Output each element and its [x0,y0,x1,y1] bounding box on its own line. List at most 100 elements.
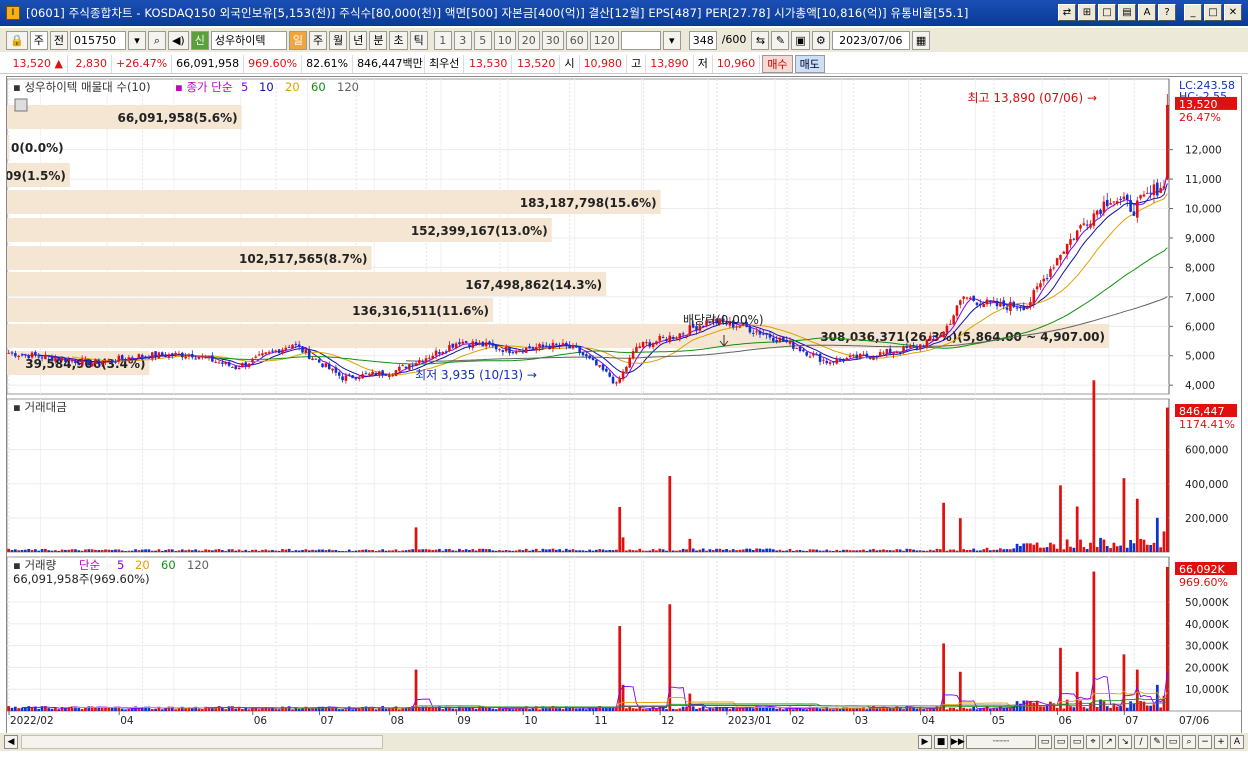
period-minute[interactable]: 분 [369,30,388,50]
amount-bar [1072,547,1076,552]
amount-bar [771,549,775,552]
interval-120[interactable]: 120 [589,30,619,50]
window-icon[interactable]: □ [1098,4,1116,21]
buy-button[interactable]: 매수 [762,54,793,73]
volume-bar [965,708,969,711]
zoom-out-icon[interactable]: − [1198,735,1212,749]
candle [181,352,184,358]
stock-chart[interactable]: 2022/02 04 06 07 08 09 10 11 12 2023/01 02 03 04 05 06… [0,77,1241,735]
settings-icon[interactable]: ⚙ [811,30,830,50]
interval-60[interactable]: 60 [565,30,588,50]
interval-30[interactable]: 30 [541,30,564,50]
sell-button[interactable]: 매도 [794,54,825,73]
font-size-icon[interactable]: A [1230,735,1244,749]
lock-icon[interactable]: 🔒 [6,30,28,50]
prev-button[interactable]: 전 [49,30,68,50]
candle [635,346,638,353]
interval-custom-input[interactable] [620,30,661,50]
code-dropdown-icon[interactable]: ▾ [127,30,146,50]
candle [989,301,992,303]
amount-bar [574,550,578,552]
amount-bar [80,550,84,552]
maximize-button[interactable]: □ [1204,4,1222,21]
zoom-in-icon[interactable]: + [1214,735,1228,749]
amount-bar [661,549,665,552]
zoom-slider[interactable]: ┈┈┈ [966,735,1036,749]
layout3-icon[interactable]: ▭ [1070,735,1084,749]
help-icon[interactable]: ? [1158,4,1176,21]
reset-icon[interactable]: ⇆ [751,30,770,50]
volume-bar [975,709,979,711]
interval-3[interactable]: 3 [453,30,472,50]
chart-area[interactable]: 2022/02 04 06 07 08 09 10 11 12 2023/01 02 03 04 05 06… [0,76,1242,736]
amount-bar [761,549,765,552]
period-year[interactable]: 년 [349,30,368,50]
amount-bar [604,550,608,552]
candle [1009,301,1012,311]
scroll-thumb[interactable] [22,736,382,748]
period-second[interactable]: 초 [389,30,408,50]
amount-bar [474,550,478,552]
link-icon[interactable]: ⇄ [1058,4,1076,21]
period-tick[interactable]: 틱 [409,30,428,50]
amount-bar [651,549,655,552]
layout2-icon[interactable]: ▭ [1054,735,1068,749]
volume-bar [574,708,578,711]
market-type-select[interactable]: 주 [29,30,48,50]
candle [685,334,688,336]
trend-up-icon[interactable]: ↗ [1102,735,1116,749]
interval-1[interactable]: 1 [433,30,452,50]
line-icon[interactable]: ∕ [1134,735,1148,749]
stock-code-input[interactable]: 015750 [69,30,126,50]
candle [962,296,965,299]
save-icon[interactable]: ▣ [791,30,810,50]
volume-bar [735,708,738,711]
high-annotation: 최고 13,890 (07/06) → [967,91,1097,105]
chart-scrollbar[interactable]: ◀ ▶ ■ ▶▶ ┈┈┈ ▭ ▭ ▭ ⌖ ↗ ↘ ∕ ✎ ▭ ⌕ − + A [0,733,1248,751]
font-icon[interactable]: A [1138,4,1156,21]
date-input[interactable]: 2023/07/06 [831,30,910,50]
candle [321,363,324,368]
close-button[interactable]: ✕ [1224,4,1242,21]
play-icon[interactable]: ▶ [918,735,932,749]
candle [1019,306,1022,309]
trend-down-icon[interactable]: ↘ [1118,735,1132,749]
interval-10[interactable]: 10 [493,30,516,50]
tile-icon[interactable]: ⊞ [1078,4,1096,21]
fast-forward-icon[interactable]: ▶▶ [950,735,965,749]
layout1-icon[interactable]: ▭ [1038,735,1052,749]
interval-5[interactable]: 5 [473,30,492,50]
pencil-icon[interactable]: ✎ [1150,735,1164,749]
candle [144,356,147,358]
bar-count-input[interactable]: 348 [688,30,717,50]
stop-icon[interactable]: ■ [934,735,948,749]
magnify-icon[interactable]: ⌕ [1182,735,1196,749]
calendar-icon[interactable]: ▦ [911,30,931,50]
period-week[interactable]: 주 [308,30,328,50]
volume-bar [852,708,855,711]
volume-value-label: 66,092K [1179,563,1225,576]
scroll-left-icon[interactable]: ◀ [4,735,18,749]
interval-dropdown-icon[interactable]: ▾ [662,30,681,50]
candle [1159,188,1162,193]
candle [1079,225,1082,229]
volume-bar [241,708,244,711]
candle [828,362,832,364]
amount-bar [334,550,338,552]
speaker-icon[interactable]: ◀) [167,30,189,50]
minimize-button[interactable]: _ [1184,4,1202,21]
print-icon[interactable]: ▤ [1118,4,1136,21]
interval-20[interactable]: 20 [517,30,540,50]
period-day[interactable]: 일 [288,30,307,50]
volume-bar [401,708,405,711]
search-icon[interactable]: ⌕ [147,30,166,50]
scroll-track[interactable] [21,735,383,749]
volume-bar [120,708,124,711]
period-month[interactable]: 월 [329,30,348,50]
candle [174,352,177,356]
amount-bar [451,550,455,552]
window-small-icon[interactable]: ▭ [1166,735,1180,749]
tools-icon[interactable]: ✎ [771,30,790,50]
crosshair-icon[interactable]: ⌖ [1086,735,1100,749]
candle [481,341,485,347]
